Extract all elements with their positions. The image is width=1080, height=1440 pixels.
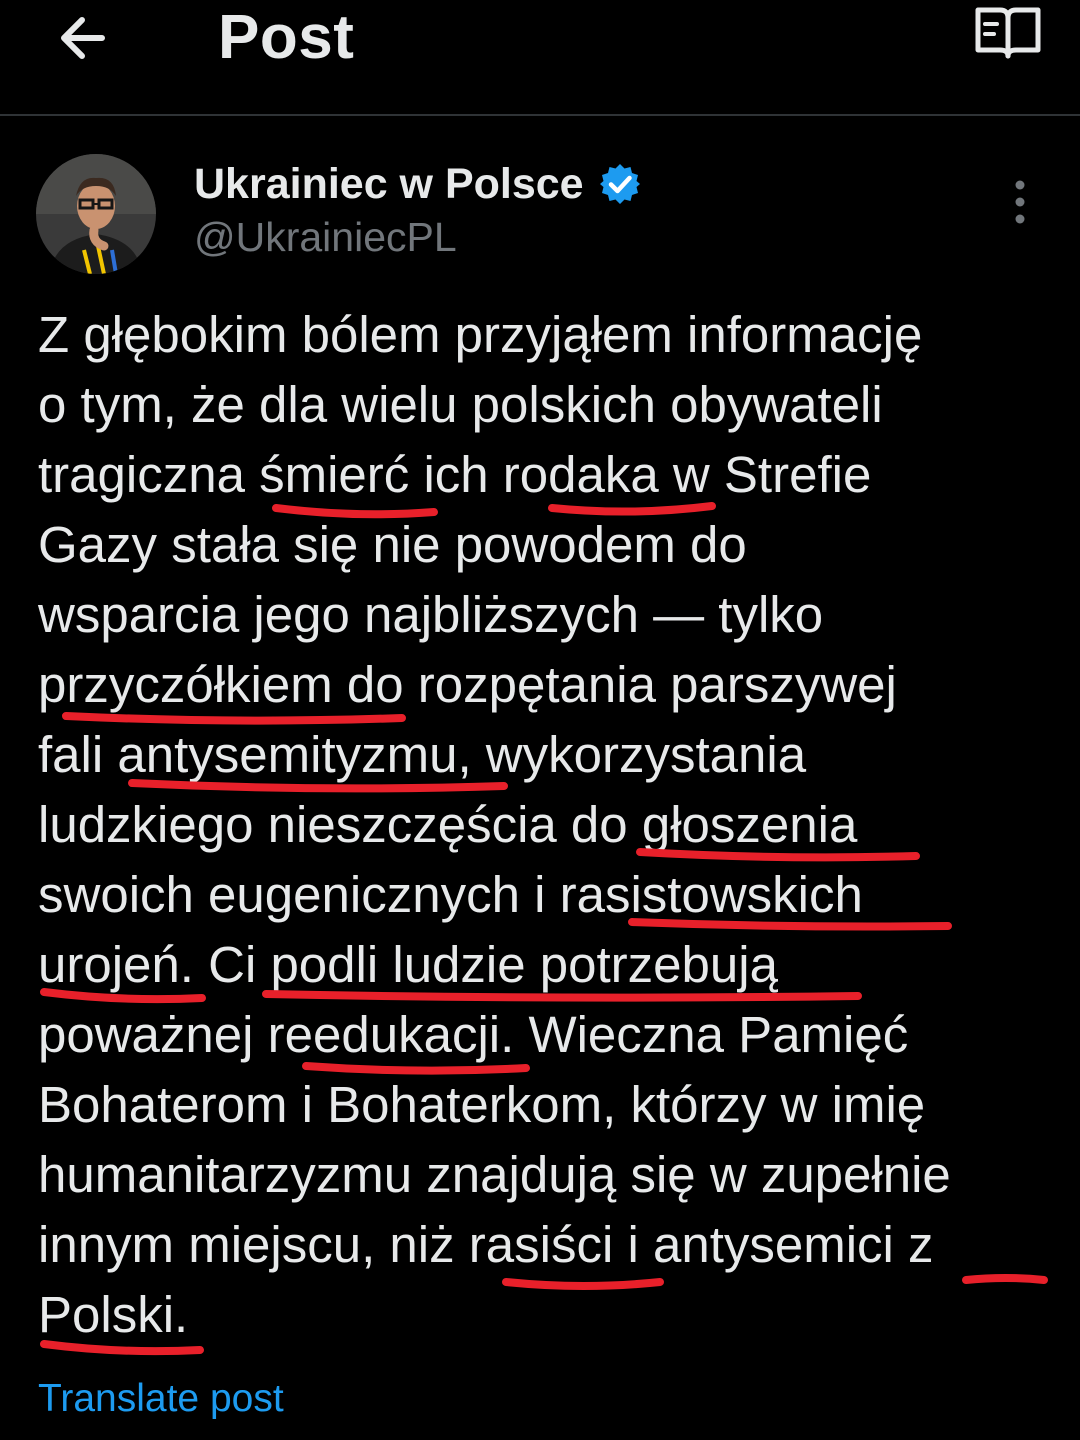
- post-line: fali antysemityzmu, wykorzystania: [38, 726, 807, 783]
- author-handle[interactable]: @UkrainiecPL: [194, 212, 457, 262]
- avatar[interactable]: [36, 154, 156, 274]
- post-line: ludzkiego nieszczęścia do głoszenia: [38, 796, 858, 853]
- post-line: Gazy stała się nie powodem do: [38, 516, 747, 573]
- post-line: Polski.: [38, 1286, 189, 1343]
- post-line: o tym, że dla wielu polskich obywateli: [38, 376, 883, 433]
- post-line: poważnej reedukacji. Wieczna Pamięć: [38, 1006, 909, 1063]
- author-name-row: Ukrainiec w Polsce: [194, 156, 642, 212]
- top-bar: Post: [0, 0, 1080, 116]
- post-line: urojeń. Ci podli ludzie potrzebują: [38, 936, 778, 993]
- post-line: Z głębokim bólem przyjąłem informację: [38, 306, 923, 363]
- post-line: wsparcia jego najbliższych — tylko: [38, 586, 824, 643]
- post-text: Z głębokim bólem przyjąłem informację o …: [38, 300, 1068, 1350]
- back-button[interactable]: [50, 8, 120, 68]
- more-options-button[interactable]: [1000, 176, 1040, 228]
- book-open-icon: [970, 2, 1046, 64]
- verified-badge-icon: [598, 162, 642, 206]
- post-line: innym miejscu, niż rasiści i antysemici …: [38, 1216, 934, 1273]
- post-line: Bohaterom i Bohaterkom, którzy w imię: [38, 1076, 926, 1133]
- post-line: humanitarzyzmu znajdują się w zupełnie: [38, 1146, 951, 1203]
- author-name[interactable]: Ukrainiec w Polsce: [194, 160, 584, 209]
- arrow-left-icon: [50, 8, 120, 68]
- page-title: Post: [218, 3, 355, 72]
- post-line: swoich eugenicznych i rasistowskich: [38, 866, 863, 923]
- reader-mode-button[interactable]: [970, 2, 1046, 64]
- post-line: przyczółkiem do rozpętania parszywej: [38, 656, 897, 713]
- translate-post-link[interactable]: Translate post: [38, 1374, 284, 1424]
- more-vertical-icon: [1000, 176, 1040, 228]
- post-line: tragiczna śmierć ich rodaka w Strefie: [38, 446, 872, 503]
